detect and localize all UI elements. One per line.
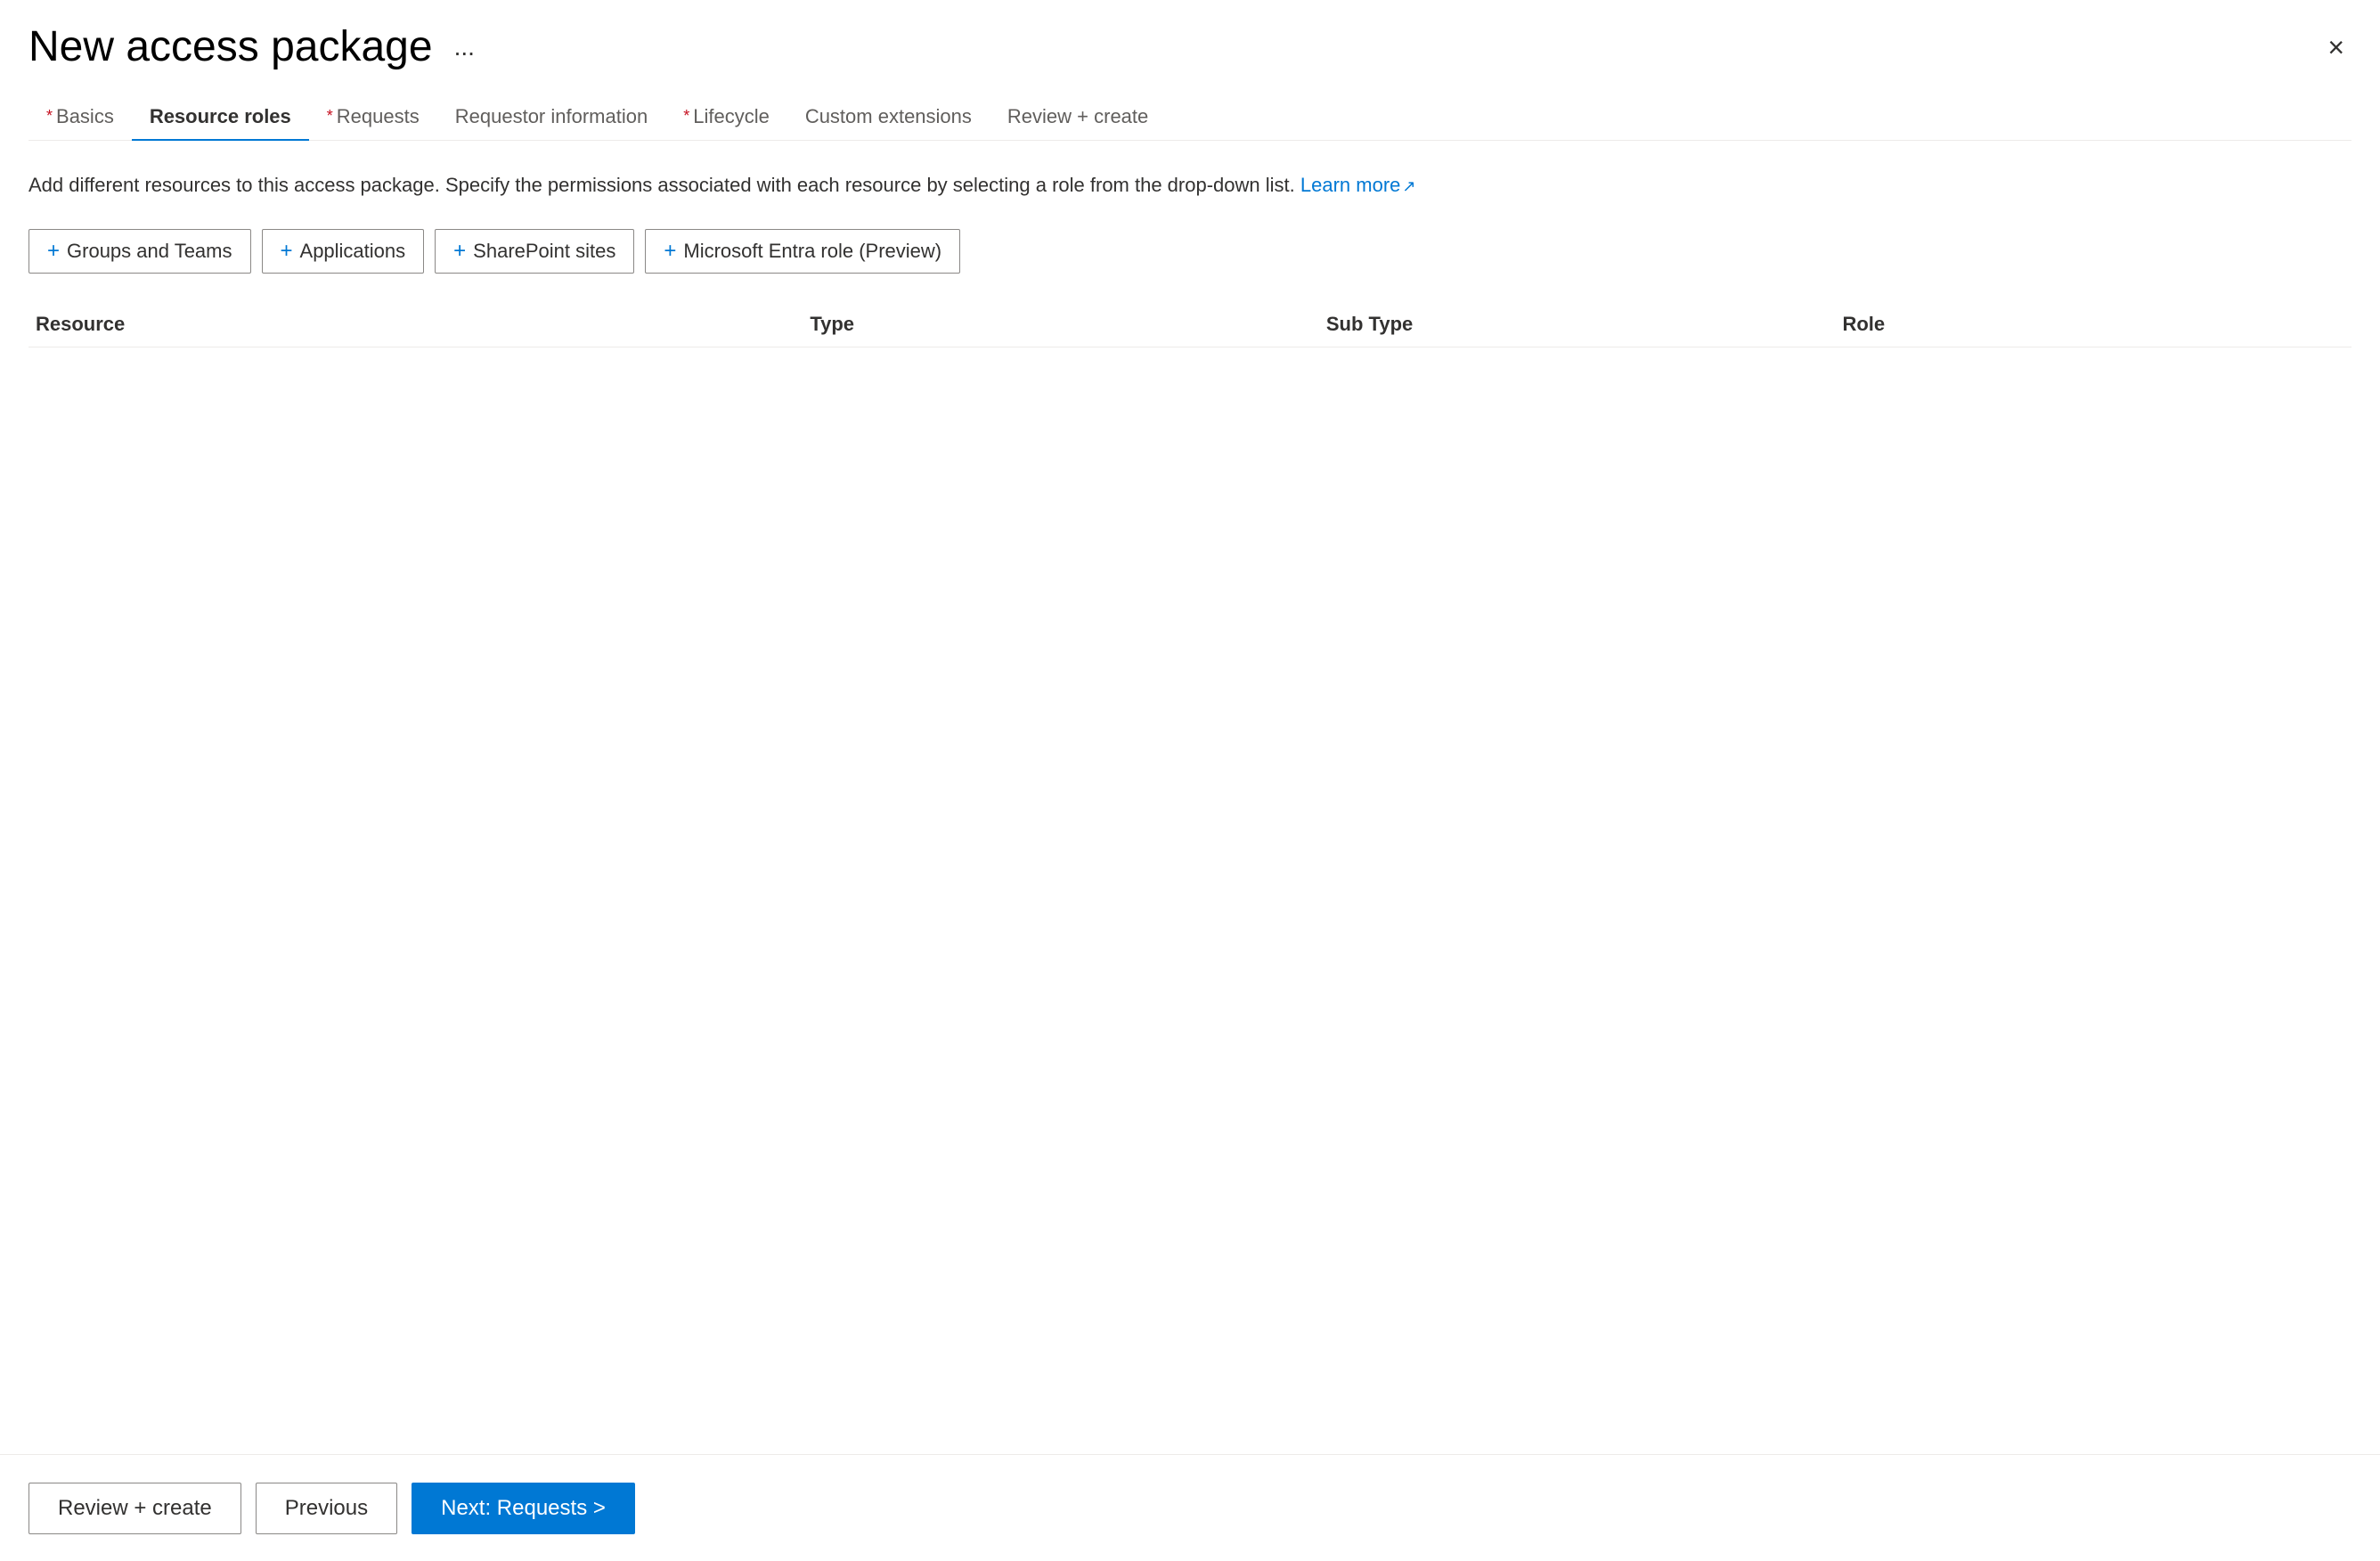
tab-review-create[interactable]: Review + create <box>990 94 1166 141</box>
groups-and-teams-button[interactable]: + Groups and Teams <box>29 229 251 274</box>
plus-icon-entra: + <box>664 239 676 264</box>
tab-lifecycle[interactable]: * Lifecycle <box>665 94 787 141</box>
header-left: New access package ... <box>29 21 482 73</box>
tab-requestor-information[interactable]: Requestor information <box>437 94 665 141</box>
learn-more-link[interactable]: Learn more↗ <box>1300 174 1416 196</box>
column-sub-type: Sub Type <box>1319 313 1836 336</box>
table-body <box>29 347 2351 704</box>
tab-basics[interactable]: * Basics <box>29 94 132 141</box>
column-role: Role <box>1835 313 2351 336</box>
requests-required-star: * <box>327 107 333 126</box>
action-buttons-row: + Groups and Teams + Applications + Shar… <box>29 229 2351 274</box>
next-requests-button[interactable]: Next: Requests > <box>412 1483 635 1534</box>
more-options-button[interactable]: ... <box>447 29 482 65</box>
page-title: New access package <box>29 21 433 73</box>
column-resource: Resource <box>29 313 803 336</box>
plus-icon-applications: + <box>281 239 293 264</box>
close-button[interactable]: × <box>2320 26 2351 69</box>
table-header: Resource Type Sub Type Role <box>29 302 2351 347</box>
sharepoint-sites-button[interactable]: + SharePoint sites <box>435 229 634 274</box>
tab-custom-extensions[interactable]: Custom extensions <box>787 94 990 141</box>
plus-icon-groups: + <box>47 239 60 264</box>
column-type: Type <box>803 313 1319 336</box>
applications-button[interactable]: + Applications <box>262 229 425 274</box>
resource-roles-table: Resource Type Sub Type Role <box>29 302 2351 1561</box>
microsoft-entra-role-button[interactable]: + Microsoft Entra role (Preview) <box>645 229 960 274</box>
plus-icon-sharepoint: + <box>453 239 466 264</box>
previous-button[interactable]: Previous <box>256 1483 397 1534</box>
tabs-container: * Basics Resource roles * Requests Reque… <box>29 94 2351 141</box>
review-create-button[interactable]: Review + create <box>29 1483 241 1534</box>
header: New access package ... × <box>29 21 2351 73</box>
external-link-icon: ↗ <box>1402 177 1415 195</box>
basics-required-star: * <box>46 107 53 126</box>
description: Add different resources to this access p… <box>29 169 2351 200</box>
lifecycle-required-star: * <box>683 107 689 126</box>
tab-requests[interactable]: * Requests <box>309 94 437 141</box>
tab-resource-roles[interactable]: Resource roles <box>132 94 309 141</box>
footer-bar: Review + create Previous Next: Requests … <box>0 1454 2380 1561</box>
